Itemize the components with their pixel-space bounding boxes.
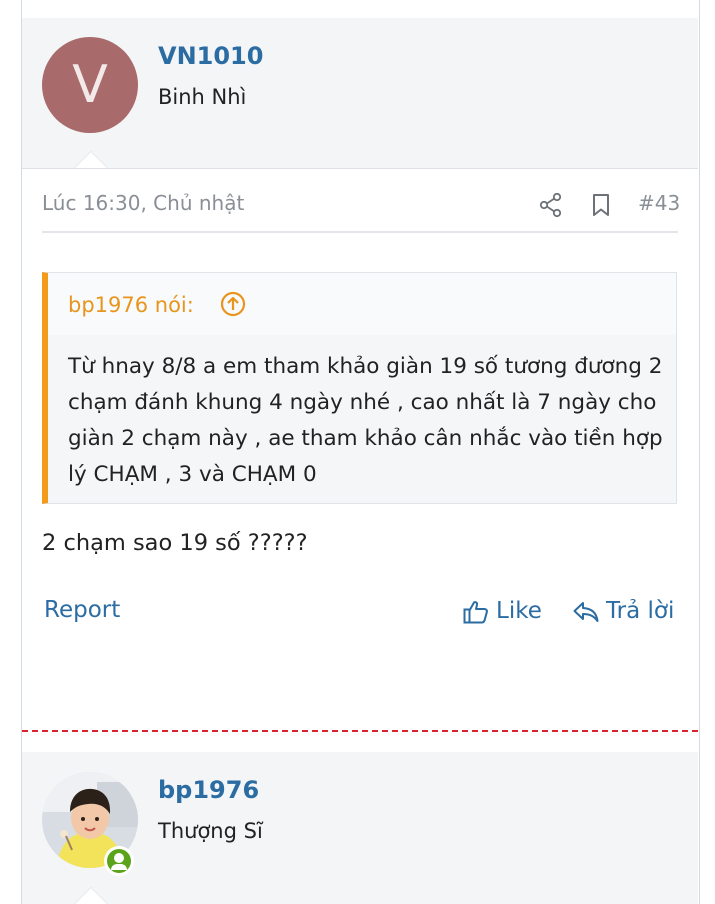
author-username[interactable]: bp1976 (158, 776, 259, 804)
bookmark-icon[interactable] (588, 192, 614, 218)
author-title: Binh Nhì (158, 85, 247, 109)
online-user-icon (104, 846, 134, 876)
like-icon[interactable] (462, 598, 490, 626)
quote-text: Từ hnay 8/8 a em tham khảo giàn 19 số tư… (68, 354, 663, 487)
quote-author[interactable]: bp1976 nói: (68, 293, 194, 317)
post-body: 2 chạm sao 19 số ????? (42, 530, 308, 556)
quote-header: bp1976 nói: (48, 273, 676, 335)
reply-icon[interactable] (572, 598, 600, 626)
like-button[interactable]: Like (496, 598, 542, 624)
share-icon[interactable] (538, 192, 564, 218)
post-date[interactable]: Lúc 16:30, Chủ nhật (42, 191, 244, 215)
avatar[interactable]: V (42, 37, 138, 133)
report-button[interactable]: Report (44, 597, 120, 623)
post-meta: Lúc 16:30, Chủ nhật #43 (42, 189, 680, 233)
new-posts-divider (22, 730, 698, 732)
post-number[interactable]: #43 (638, 191, 680, 215)
jump-to-quote-icon[interactable] (220, 291, 246, 317)
reply-button[interactable]: Trả lời (606, 598, 674, 624)
author-username[interactable]: VN1010 (158, 42, 263, 70)
header-pointer (74, 887, 108, 904)
author-title: Thượng Sĩ (158, 819, 263, 843)
header-pointer (74, 151, 108, 168)
quote-block: bp1976 nói: Từ hnay 8/8 a em tham khảo g… (42, 272, 677, 504)
